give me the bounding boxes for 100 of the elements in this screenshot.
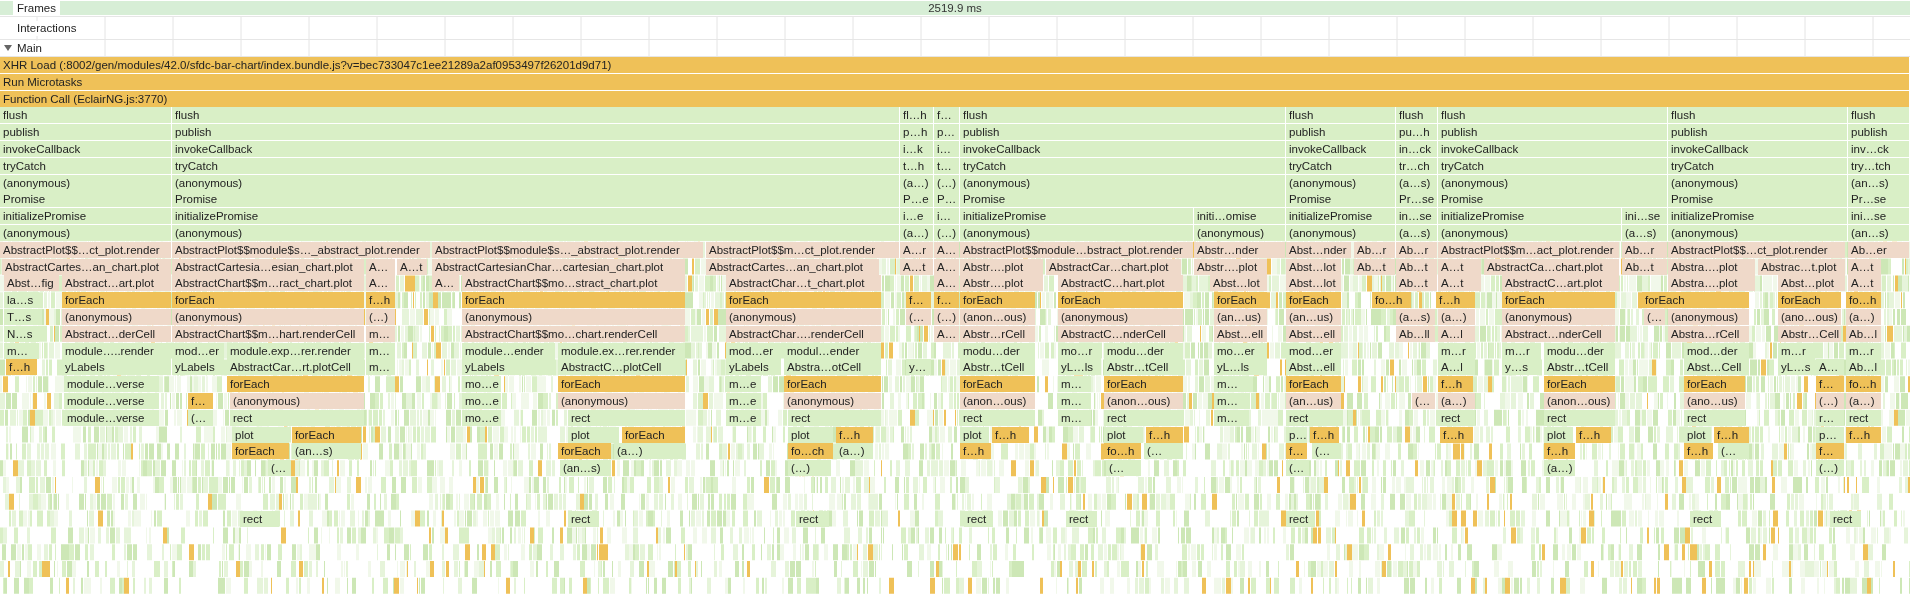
call-frame[interactable]: yL…s bbox=[1778, 359, 1815, 376]
call-frame[interactable]: modu…der bbox=[1104, 342, 1183, 359]
call-frame[interactable]: mod…er bbox=[726, 342, 781, 359]
call-frame[interactable]: f… bbox=[1816, 376, 1844, 393]
call-frame[interactable]: forEach bbox=[1104, 376, 1183, 393]
call-frame[interactable]: module.ex…rer.render bbox=[558, 342, 685, 359]
call-frame[interactable]: Function Call (EclairNG.js:3770) bbox=[0, 90, 1909, 107]
call-frame[interactable]: plot bbox=[1544, 426, 1573, 443]
call-frame[interactable]: flush bbox=[1668, 107, 1847, 124]
call-frame[interactable]: m…r bbox=[1502, 342, 1541, 359]
call-frame[interactable]: invokeCallback bbox=[960, 141, 1285, 157]
call-frame[interactable]: forEach bbox=[1544, 376, 1615, 393]
call-frame[interactable]: (…) bbox=[1816, 460, 1844, 477]
call-frame[interactable]: invokeCallback bbox=[1438, 141, 1667, 157]
call-frame[interactable]: module…ender bbox=[462, 342, 555, 359]
call-frame[interactable]: Promise bbox=[0, 191, 171, 208]
call-frame[interactable]: A… bbox=[934, 325, 959, 342]
call-frame[interactable]: f… bbox=[188, 393, 213, 409]
call-frame[interactable]: yLabels bbox=[726, 359, 781, 376]
call-frame[interactable]: Abst…fig bbox=[4, 275, 59, 292]
call-frame[interactable]: (anonymous) bbox=[1438, 225, 1621, 241]
call-frame[interactable]: forEach bbox=[558, 376, 685, 393]
call-frame[interactable]: y… bbox=[906, 359, 931, 376]
call-frame[interactable]: (anonymous) bbox=[172, 225, 899, 241]
call-frame[interactable]: p… bbox=[1286, 426, 1307, 443]
call-frame[interactable]: Abst…nder bbox=[1286, 241, 1351, 258]
call-frame[interactable]: Promise bbox=[1668, 191, 1847, 208]
call-frame[interactable]: (… bbox=[1144, 443, 1183, 460]
call-frame[interactable]: flush bbox=[1848, 107, 1909, 124]
call-frame[interactable]: module…verse bbox=[64, 409, 159, 426]
call-frame[interactable]: initializePromise bbox=[960, 208, 1193, 225]
call-frame[interactable]: yL…ls bbox=[1058, 359, 1101, 376]
call-frame[interactable]: (a…) bbox=[1846, 309, 1881, 325]
call-frame[interactable]: T…s bbox=[4, 309, 39, 325]
call-frame[interactable]: m… bbox=[1058, 409, 1091, 426]
call-frame[interactable]: t… bbox=[934, 157, 959, 174]
call-frame[interactable]: Ab…t bbox=[1354, 258, 1395, 275]
call-frame[interactable]: initializePromise bbox=[1438, 208, 1621, 225]
call-frame[interactable]: plot bbox=[568, 426, 619, 443]
call-frame[interactable]: fo…ch bbox=[788, 443, 833, 460]
call-frame[interactable]: Ab…er bbox=[1848, 241, 1909, 258]
call-frame[interactable]: flush bbox=[960, 107, 1285, 124]
call-frame[interactable]: m… bbox=[1214, 393, 1249, 409]
call-frame[interactable]: rect bbox=[568, 409, 685, 426]
call-frame[interactable]: m… bbox=[1214, 409, 1249, 426]
call-frame[interactable]: tryCatch bbox=[0, 157, 171, 174]
call-frame[interactable]: module…verse bbox=[64, 376, 159, 393]
call-frame[interactable]: fo…h bbox=[1104, 443, 1141, 460]
call-frame[interactable]: Abstr…Cell bbox=[1778, 325, 1841, 342]
call-frame[interactable]: m…e bbox=[726, 393, 761, 409]
call-frame[interactable]: rect bbox=[240, 510, 279, 527]
call-frame[interactable]: (an…us) bbox=[1214, 309, 1267, 325]
call-frame[interactable]: (… bbox=[1644, 309, 1665, 325]
call-frame[interactable]: (an…s) bbox=[292, 443, 361, 460]
call-frame[interactable]: m… bbox=[1058, 376, 1091, 393]
call-frame[interactable]: rect bbox=[788, 409, 881, 426]
call-frame[interactable]: (ano…us) bbox=[1684, 393, 1745, 409]
call-frame[interactable]: forEach bbox=[622, 426, 685, 443]
call-frame[interactable]: rect bbox=[964, 510, 993, 527]
call-frame[interactable]: (anonymous) bbox=[726, 309, 881, 325]
call-frame[interactable]: flush bbox=[1438, 107, 1667, 124]
call-frame[interactable]: mo…e bbox=[462, 376, 501, 393]
call-frame[interactable]: try…tch bbox=[1848, 157, 1909, 174]
call-frame[interactable]: forEach bbox=[784, 376, 881, 393]
call-frame[interactable]: Ab…t bbox=[1396, 258, 1437, 275]
call-frame[interactable]: Abstra….plot bbox=[1668, 258, 1755, 275]
call-frame[interactable]: (… bbox=[1312, 443, 1341, 460]
call-frame[interactable]: f…h bbox=[6, 359, 37, 376]
call-frame[interactable]: f…h bbox=[1544, 443, 1575, 460]
call-frame[interactable]: Abstr…tCell bbox=[1544, 359, 1615, 376]
call-frame[interactable]: rect bbox=[1684, 409, 1745, 426]
call-frame[interactable]: f…h bbox=[992, 426, 1029, 443]
call-frame[interactable]: (a…) bbox=[1438, 309, 1475, 325]
call-frame[interactable]: AbstractCar…chart.plot bbox=[1046, 258, 1181, 275]
call-frame[interactable]: f…h bbox=[960, 443, 991, 460]
call-frame[interactable]: mo…e bbox=[462, 409, 501, 426]
call-frame[interactable]: (…) bbox=[366, 309, 395, 325]
call-frame[interactable]: f…h bbox=[1846, 426, 1881, 443]
call-frame[interactable]: A… bbox=[366, 258, 395, 275]
call-frame[interactable]: initializePromise bbox=[1668, 208, 1847, 225]
call-frame[interactable]: (anonymous) bbox=[172, 309, 364, 325]
call-frame[interactable]: inv…ck bbox=[1848, 141, 1909, 157]
call-frame[interactable]: Abstra….plot bbox=[1668, 275, 1755, 292]
call-frame[interactable]: (… bbox=[188, 409, 213, 426]
call-frame[interactable]: AbstractPlot$$…ct_plot.render bbox=[1668, 241, 1845, 258]
call-frame[interactable]: forEach bbox=[1642, 292, 1749, 309]
call-frame[interactable]: Abst…lot bbox=[1286, 258, 1341, 275]
call-frame[interactable]: plot bbox=[1684, 426, 1711, 443]
call-frame[interactable]: (… bbox=[268, 460, 291, 477]
call-frame[interactable]: Ab…ll bbox=[1396, 325, 1435, 342]
call-frame[interactable]: initializePromise bbox=[1286, 208, 1395, 225]
call-frame[interactable]: (a…) bbox=[614, 443, 685, 460]
call-frame[interactable]: rect bbox=[230, 409, 364, 426]
call-frame[interactable]: (anonymous) bbox=[1668, 309, 1749, 325]
call-frame[interactable]: A… bbox=[1816, 359, 1844, 376]
call-frame[interactable]: rect bbox=[1830, 510, 1861, 527]
call-frame[interactable]: f…h bbox=[1310, 426, 1339, 443]
call-frame[interactable]: AbstractC…hart.plot bbox=[1058, 275, 1183, 292]
call-frame[interactable]: (anonymous) bbox=[1286, 225, 1395, 241]
call-frame[interactable]: forEach bbox=[172, 292, 364, 309]
